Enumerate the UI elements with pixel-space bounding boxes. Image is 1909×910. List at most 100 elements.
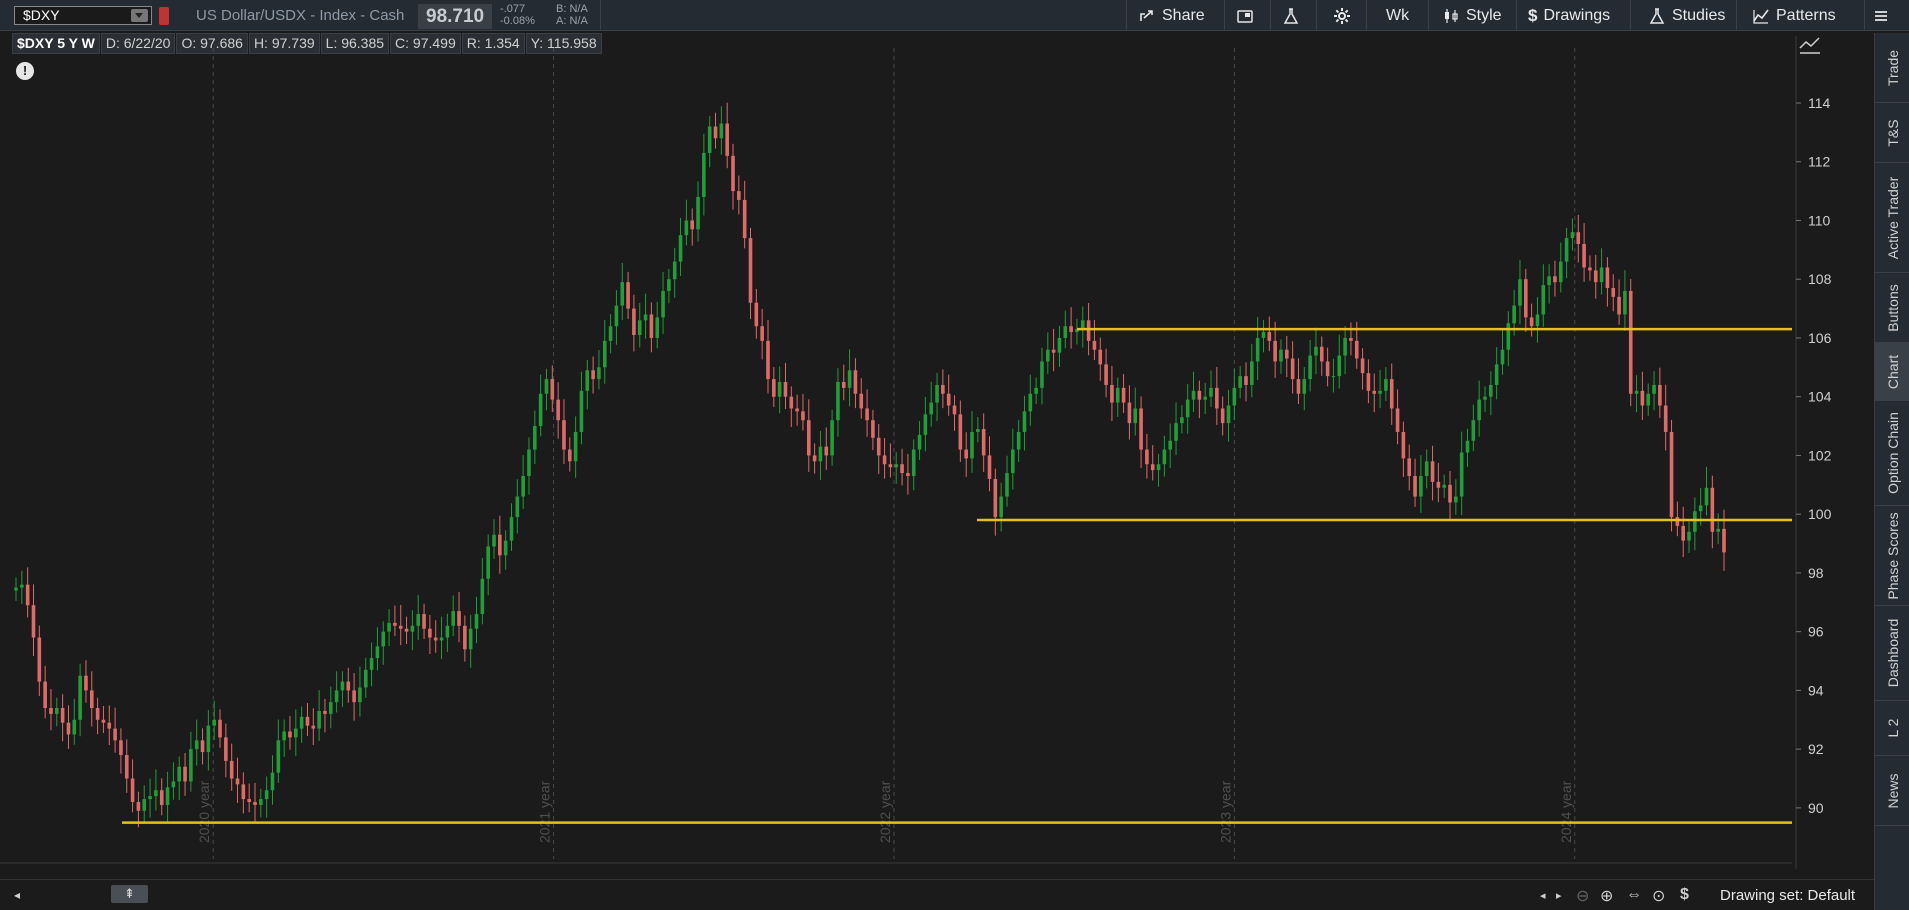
candle-body (37, 637, 42, 682)
menu-button[interactable] (1872, 5, 1890, 27)
zoom-out-icon[interactable]: ⊖ (1576, 886, 1589, 906)
year-marker-label: 2020 year (196, 780, 212, 843)
aggregation-button[interactable]: Wk (1386, 5, 1409, 27)
candle-body (999, 496, 1003, 518)
candle-body (363, 669, 368, 688)
y-tick-label: 96 (1808, 624, 1824, 640)
candle-body (119, 740, 123, 756)
candle-body (410, 625, 415, 632)
scroll-left-icon[interactable]: ◂ (1540, 889, 1546, 902)
candle-body (655, 317, 660, 338)
candle-body (352, 690, 356, 703)
side-tab-t-s[interactable]: T&S (1875, 103, 1909, 163)
candle-body (60, 708, 65, 723)
divider (1864, 0, 1865, 31)
year-marker-label: 2022 year (877, 780, 893, 843)
candle-body (702, 152, 706, 197)
candle-body (457, 611, 461, 626)
candle-body (194, 740, 199, 750)
side-tab-trade[interactable]: Trade (1875, 33, 1909, 103)
symbol-selector[interactable]: $DXY (14, 6, 152, 25)
side-tab-option-chain[interactable]: Option Chain (1875, 401, 1909, 506)
candle-body (1273, 340, 1277, 362)
candle-body (264, 790, 269, 800)
candle-body (1325, 361, 1330, 377)
candle-body (1180, 417, 1184, 424)
candle-body (806, 420, 811, 456)
candle-body (445, 625, 450, 638)
side-tab-chart[interactable]: Chart (1875, 343, 1909, 401)
candle-body (270, 772, 275, 791)
studies-button[interactable]: Studies (1648, 5, 1725, 27)
candle-body (876, 437, 881, 456)
divider (1366, 0, 1367, 31)
drawings-button[interactable]: $ Drawings (1528, 5, 1610, 27)
share-button[interactable]: Share (1138, 5, 1205, 27)
side-tab-active-trader[interactable]: Active Trader (1875, 163, 1909, 273)
crosshair-icon[interactable]: ⊙ (1652, 886, 1665, 906)
candle-body (1343, 337, 1347, 356)
flask-icon (1283, 8, 1299, 24)
candle-body (1407, 458, 1412, 476)
scroll-right-icon[interactable]: ▸ (1556, 889, 1562, 902)
settings-button[interactable] (1333, 5, 1351, 27)
dollar-icon[interactable]: $ (1680, 886, 1689, 904)
candle-body (1448, 484, 1452, 503)
y-tick-label: 112 (1808, 154, 1831, 170)
candle-body (323, 710, 327, 714)
side-tab-l-2[interactable]: L 2 (1875, 701, 1909, 756)
candle-body (935, 384, 939, 403)
candle-body (1675, 517, 1680, 526)
candle-body (597, 367, 601, 380)
side-tab-buttons[interactable]: Buttons (1875, 273, 1909, 343)
candle-body (993, 478, 998, 518)
candle-body (1150, 464, 1155, 471)
candle-body (1063, 326, 1068, 338)
candle-body (690, 220, 695, 230)
candle-body (1296, 379, 1301, 394)
candle-body (1459, 452, 1464, 497)
candle-body (66, 722, 71, 735)
candle-body (1628, 290, 1633, 394)
candle-body (369, 658, 374, 670)
scroll-left-icon[interactable]: ◂ (14, 888, 20, 902)
candle-body (154, 790, 158, 797)
candle-body (101, 719, 106, 723)
candle-body (1687, 531, 1691, 541)
patterns-button[interactable]: Patterns (1752, 5, 1836, 27)
flag-icon[interactable] (159, 7, 169, 25)
candle-body (1162, 449, 1167, 465)
lab-button[interactable] (1282, 5, 1300, 27)
candle-body (288, 731, 292, 738)
side-tab-label: Chart (1884, 354, 1901, 389)
expand-button[interactable]: ⇞ (111, 885, 148, 903)
candle-body (544, 379, 549, 394)
side-tab-news[interactable]: News (1875, 756, 1909, 826)
candle-body (1704, 487, 1709, 506)
chevron-down-icon[interactable] (131, 9, 148, 22)
snapshot-button[interactable] (1236, 5, 1254, 27)
candle-body (299, 716, 304, 729)
share-label: Share (1162, 7, 1205, 24)
candle-body (1197, 390, 1202, 400)
candle-body (620, 282, 625, 306)
pan-icon[interactable]: ⇔ (1626, 886, 1642, 904)
candle-body (451, 611, 456, 626)
candle-body (14, 587, 18, 591)
side-tab-phase-scores[interactable]: Phase Scores (1875, 506, 1909, 606)
style-label: Style (1466, 7, 1502, 24)
side-tab-dashboard[interactable]: Dashboard (1875, 606, 1909, 701)
candle-body (818, 446, 823, 462)
candle-body (1570, 232, 1575, 239)
price-chart[interactable]: 2020 year 2021 year 2022 year 2023 year 2024… (0, 33, 1874, 879)
side-tab-label: Buttons (1884, 283, 1901, 332)
candle-body (515, 496, 520, 518)
candle-body (480, 578, 485, 615)
candle-body (486, 546, 490, 579)
side-tab-label: L 2 (1884, 718, 1901, 738)
zoom-in-icon[interactable]: ⊕ (1600, 886, 1613, 906)
candle-body (113, 728, 117, 741)
style-button[interactable]: Style (1442, 5, 1502, 27)
drawing-set-label[interactable]: Drawing set: Default (1720, 887, 1855, 904)
candle-body (1646, 393, 1651, 406)
